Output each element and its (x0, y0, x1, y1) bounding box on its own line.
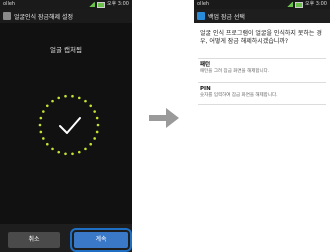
screen-title: 백업 잠금 선택 (208, 13, 245, 21)
title-bar: 얼굴인식 잠금해제 설정 (0, 9, 132, 23)
option-pin[interactable]: PIN 숫자를 입력하여 잠금 화면을 해제합니다. (200, 86, 326, 98)
face-captured-label: 얼굴 캡처됨 (50, 46, 82, 54)
status-bar: olleh 오후 3:00 (0, 0, 132, 9)
ring-dot (84, 99, 87, 103)
divider (198, 82, 326, 83)
ring-dot (89, 142, 93, 146)
ring-dot (42, 110, 45, 113)
status-icons: 오후 3:00 (88, 0, 129, 9)
battery-icon (96, 1, 105, 8)
divider (198, 104, 326, 105)
battery-icon (294, 1, 303, 8)
signal-icon (88, 2, 95, 7)
ring-dot (84, 147, 87, 151)
face-capture-ring (38, 94, 100, 156)
option-pattern[interactable]: 패턴 패턴을 그려 잠금 화면을 해제합니다. (200, 60, 326, 74)
ring-dot (38, 123, 42, 127)
ring-dot (64, 94, 67, 98)
title-bar: 백업 잠금 선택 (194, 9, 330, 23)
ring-dot (71, 94, 74, 98)
signal-icon (286, 2, 293, 7)
ring-dot (93, 110, 96, 113)
ring-dot (77, 96, 81, 100)
ring-dot (96, 123, 100, 127)
option-desc: 패턴을 그려 잠금 화면을 해제합니다. (200, 69, 270, 74)
ring-dot (39, 130, 43, 134)
carrier-label: olleh (3, 1, 16, 7)
status-time: 오후 3:00 (304, 1, 327, 7)
ring-dot (95, 116, 99, 120)
ring-dot (71, 152, 74, 156)
ring-dot (45, 104, 49, 108)
ring-dot (39, 116, 43, 120)
ring-dot (77, 150, 81, 154)
screen-title: 얼굴인식 잠금해제 설정 (14, 13, 74, 21)
option-desc: 숫자를 입력하여 잠금 화면을 해제합니다. (200, 93, 278, 98)
status-icons: 오후 3:00 (286, 0, 327, 9)
cancel-button[interactable]: 취소 (8, 232, 60, 248)
ring-dot (57, 96, 61, 100)
divider (198, 58, 326, 59)
ring-dot (93, 137, 96, 140)
ring-dot (95, 130, 99, 134)
checkmark-icon (59, 117, 81, 134)
arrow-right-icon (149, 108, 179, 128)
menu-grid-icon (197, 12, 205, 20)
prompt-text: 얼굴 인식 프로그램이 얼굴을 인식하지 못하는 경우, 어떻게 잠금 해제하시… (200, 30, 322, 45)
ring-dot (64, 152, 67, 156)
button-bar: 취소 계속 (0, 224, 132, 252)
carrier-label: olleh (197, 1, 210, 7)
continue-button[interactable]: 계속 (70, 228, 132, 252)
ring-dot (89, 104, 93, 108)
option-title: 패턴 (200, 62, 211, 68)
ring-dot (51, 147, 54, 151)
ring-dot (57, 150, 61, 154)
settings-app-icon (3, 12, 11, 20)
backup-lock-screen: olleh 오후 3:00 백업 잠금 선택 얼굴 인식 프로그램이 얼굴을 인… (194, 0, 330, 252)
face-unlock-setup-screen: olleh 오후 3:00 얼굴인식 잠금해제 설정 얼굴 캡처됨 취소 계속 (0, 0, 132, 252)
ring-dot (42, 137, 45, 140)
ring-dot (51, 99, 54, 103)
ring-dot (45, 142, 49, 146)
status-bar: olleh 오후 3:00 (194, 0, 330, 9)
status-time: 오후 3:00 (106, 1, 129, 7)
